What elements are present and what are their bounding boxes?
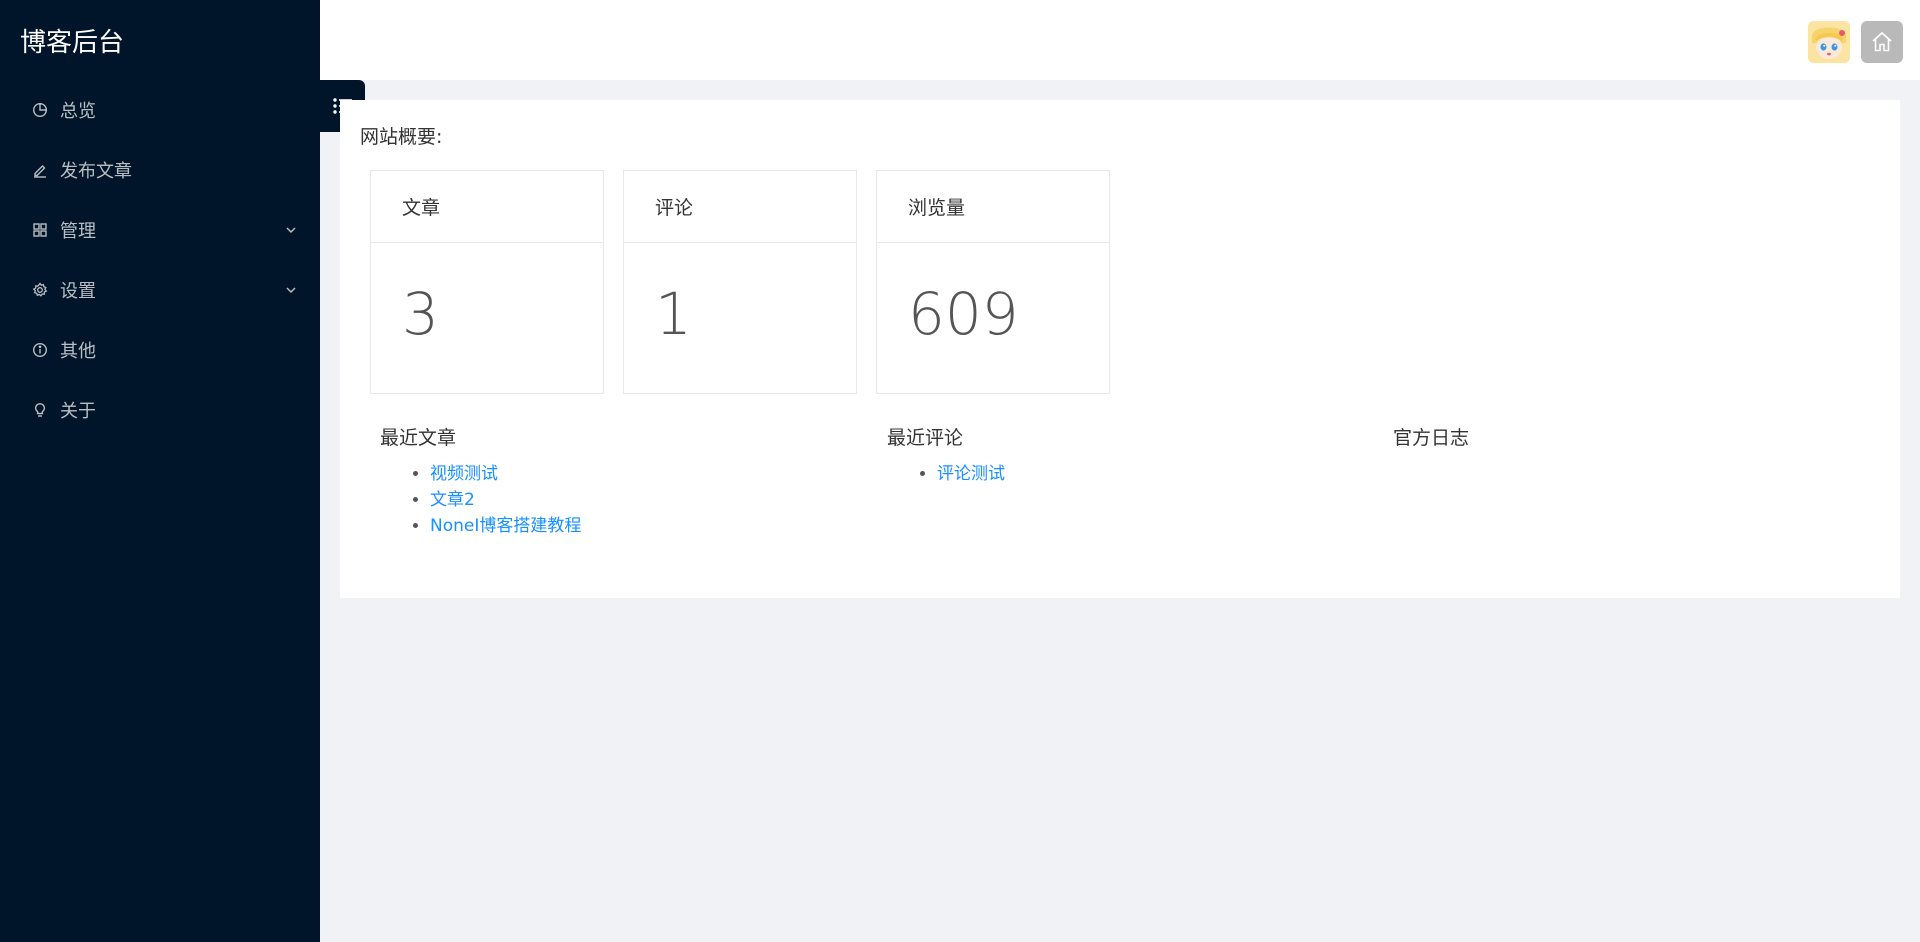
app-title: 博客后台 bbox=[20, 27, 125, 58]
chevron-down-icon bbox=[286, 227, 296, 234]
chevron-down-icon bbox=[286, 287, 296, 294]
post-link[interactable]: NoneI博客搭建教程 bbox=[430, 516, 581, 536]
home-icon bbox=[1872, 31, 1892, 52]
stat-label: 浏览量 bbox=[877, 171, 1109, 243]
list-item: 评论测试 bbox=[937, 461, 1367, 487]
stat-label: 评论 bbox=[624, 171, 856, 243]
official-log-section: 官方日志 bbox=[1393, 425, 1873, 451]
stat-card-comments: 评论 1 bbox=[623, 170, 857, 394]
pie-chart-icon bbox=[30, 100, 50, 120]
sidebar-item-about[interactable]: 关于 bbox=[0, 380, 320, 440]
comment-link[interactable]: 评论测试 bbox=[937, 464, 1005, 484]
sidebar: 博客后台 总览 发布文章 管理 设置 其他 关于 bbox=[0, 0, 320, 942]
sidebar-item-publish[interactable]: 发布文章 bbox=[0, 140, 320, 200]
recent-comments-section: 最近评论 评论测试 bbox=[887, 425, 1367, 487]
list-item: 文章2 bbox=[430, 487, 860, 513]
post-link[interactable]: 文章2 bbox=[430, 490, 475, 510]
post-link[interactable]: 视频测试 bbox=[430, 464, 498, 484]
sidebar-menu: 总览 发布文章 管理 设置 其他 关于 bbox=[0, 80, 320, 440]
page-title: 网站概要: bbox=[360, 126, 443, 148]
sidebar-item-settings[interactable]: 设置 bbox=[0, 260, 320, 320]
list-item: 视频测试 bbox=[430, 461, 860, 487]
sidebar-item-other[interactable]: 其他 bbox=[0, 320, 320, 380]
user-avatar[interactable] bbox=[1808, 21, 1850, 63]
stat-label: 文章 bbox=[371, 171, 603, 243]
top-header bbox=[320, 0, 1920, 80]
sidebar-item-label: 发布文章 bbox=[60, 161, 132, 182]
recent-posts-list: 视频测试 文章2 NoneI博客搭建教程 bbox=[380, 461, 860, 539]
home-button[interactable] bbox=[1861, 21, 1903, 63]
sidebar-item-manage[interactable]: 管理 bbox=[0, 200, 320, 260]
grid-icon bbox=[30, 220, 50, 240]
sidebar-item-label: 设置 bbox=[60, 281, 96, 302]
sidebar-item-label: 关于 bbox=[60, 401, 96, 422]
stat-card-views: 浏览量 609 bbox=[876, 170, 1110, 394]
stat-card-posts: 文章 3 bbox=[370, 170, 604, 394]
bulb-icon bbox=[30, 400, 50, 420]
stat-value: 3 bbox=[402, 280, 439, 348]
dashboard-panel: 网站概要: 文章 3 评论 1 浏览量 609 最近文章 视频测试 文章2 No… bbox=[340, 100, 1900, 598]
section-title: 最近评论 bbox=[887, 427, 964, 449]
stat-value: 1 bbox=[655, 280, 692, 348]
gear-icon bbox=[30, 280, 50, 300]
recent-comments-list: 评论测试 bbox=[887, 461, 1367, 487]
edit-icon bbox=[30, 160, 50, 180]
sidebar-item-label: 管理 bbox=[60, 221, 96, 242]
section-title: 官方日志 bbox=[1393, 427, 1470, 449]
sidebar-item-overview[interactable]: 总览 bbox=[0, 80, 320, 140]
stat-value: 609 bbox=[908, 280, 1019, 348]
sidebar-item-label: 总览 bbox=[60, 101, 96, 122]
info-icon bbox=[30, 340, 50, 360]
list-item: NoneI博客搭建教程 bbox=[430, 513, 860, 539]
recent-posts-section: 最近文章 视频测试 文章2 NoneI博客搭建教程 bbox=[380, 425, 860, 539]
sidebar-item-label: 其他 bbox=[60, 341, 96, 362]
section-title: 最近文章 bbox=[380, 427, 457, 449]
